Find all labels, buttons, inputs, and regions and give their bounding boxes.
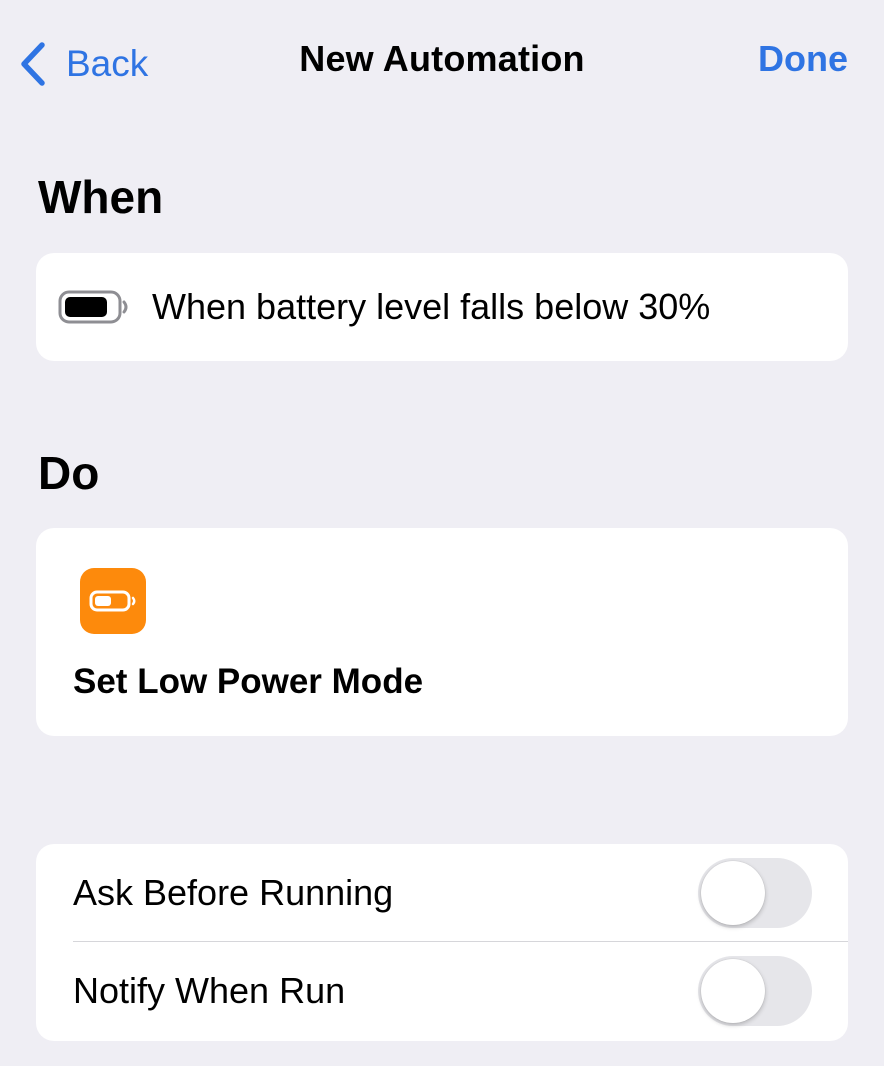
when-heading: When (38, 171, 164, 223)
action-card[interactable]: Set Low Power Mode (36, 528, 848, 736)
toggle-knob (701, 861, 765, 925)
toggle-knob (701, 959, 765, 1023)
ask-before-running-toggle[interactable] (698, 858, 812, 928)
ask-before-running-row: Ask Before Running (36, 844, 848, 942)
options-card: Ask Before Running Notify When Run (36, 844, 848, 1041)
ask-before-running-label: Ask Before Running (73, 872, 394, 913)
notify-when-run-row: Notify When Run (36, 942, 848, 1040)
battery-icon (58, 290, 130, 324)
trigger-text: When battery level falls below 30% (152, 286, 711, 327)
notify-when-run-toggle[interactable] (698, 956, 812, 1026)
trigger-card[interactable]: When battery level falls below 30% (36, 253, 848, 361)
done-button[interactable]: Done (758, 38, 848, 80)
do-heading: Do (38, 447, 100, 499)
notify-when-run-label: Notify When Run (73, 970, 346, 1011)
automation-sheet: Back New Automation Done When When batte… (0, 0, 884, 1066)
low-power-battery-icon (80, 568, 146, 634)
action-label: Set Low Power Mode (73, 662, 424, 701)
page-title: New Automation (299, 38, 585, 79)
